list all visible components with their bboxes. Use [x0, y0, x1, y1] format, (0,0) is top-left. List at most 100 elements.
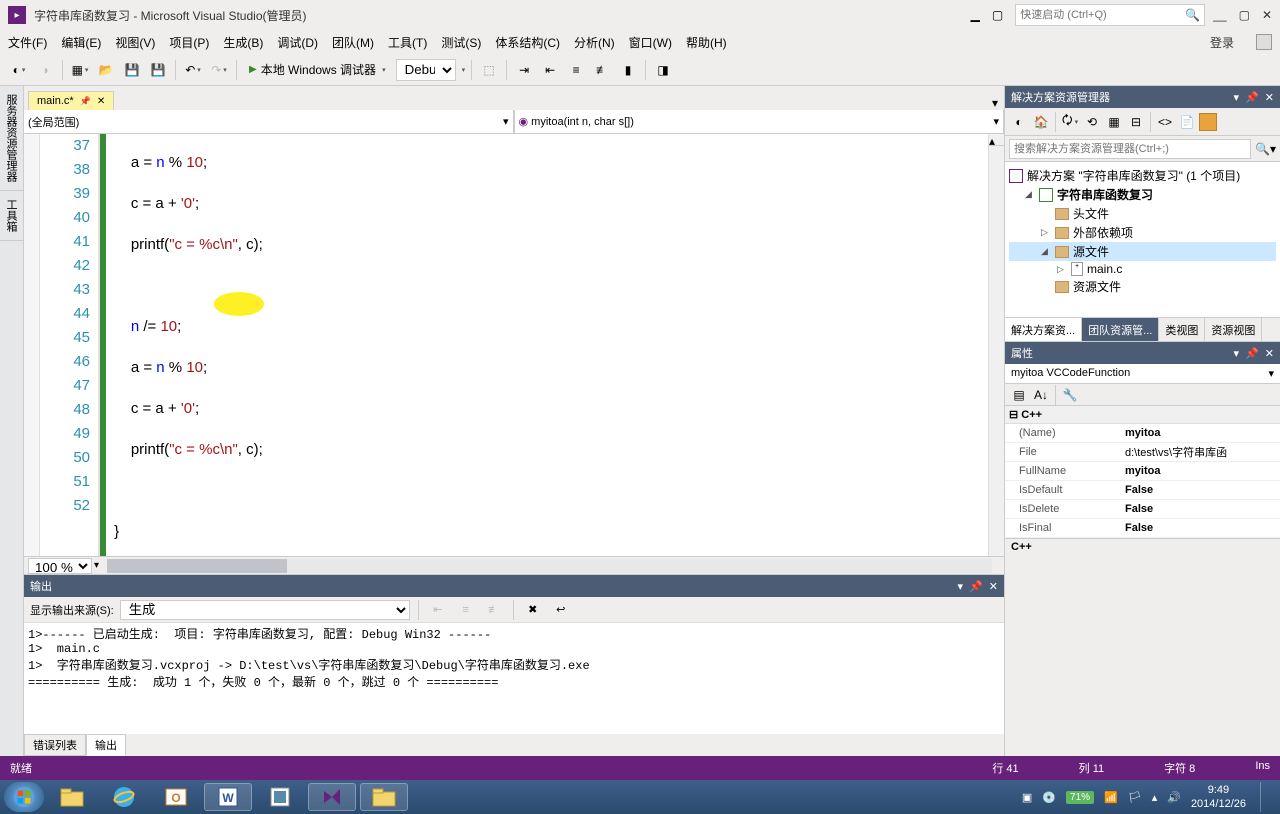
- panel-menu-icon[interactable]: ▾: [1234, 91, 1240, 104]
- code-editor[interactable]: 37383940 41424344 45464748 49505152 a = …: [24, 134, 1004, 556]
- tree-sources[interactable]: ◢源文件: [1009, 242, 1276, 261]
- solution-search-input[interactable]: [1009, 139, 1251, 159]
- tree-solution[interactable]: 解决方案 "字符串库函数复习" (1 个项目): [1009, 166, 1276, 185]
- search-icon[interactable]: 🔍: [1185, 8, 1200, 22]
- menu-test[interactable]: 测试(S): [441, 34, 481, 51]
- out-menu-icon[interactable]: ▾: [958, 580, 964, 593]
- menu-edit[interactable]: 编辑(E): [61, 34, 101, 51]
- tree-headers[interactable]: 头文件: [1009, 204, 1276, 223]
- menu-tools[interactable]: 工具(T): [388, 34, 427, 51]
- toolbar-btn-b[interactable]: ⇥: [513, 59, 535, 81]
- file-tab-main[interactable]: main.c* 📌 ✕: [28, 91, 114, 110]
- prop-category[interactable]: ⊟ C++: [1005, 406, 1280, 424]
- search-icon[interactable]: 🔍▾: [1255, 142, 1276, 156]
- save-all-button[interactable]: 💾: [147, 59, 169, 81]
- prop-pin-icon[interactable]: 📌: [1245, 347, 1259, 360]
- open-button[interactable]: 📂: [95, 59, 117, 81]
- vertical-scrollbar[interactable]: ▴: [988, 134, 1004, 556]
- title-restore-icon[interactable]: ▢: [992, 8, 1003, 22]
- out-btn-b[interactable]: ≡: [455, 599, 477, 621]
- prop-az-button[interactable]: A↓: [1031, 385, 1051, 405]
- se-wrench-button[interactable]: [1199, 113, 1217, 131]
- solution-search[interactable]: 🔍▾: [1005, 136, 1280, 162]
- zoom-select[interactable]: 100 %: [28, 558, 92, 574]
- solution-tree[interactable]: 解决方案 "字符串库函数复习" (1 个项目) ◢字符串库函数复习 头文件 ▷外…: [1005, 162, 1280, 317]
- nav-forward-button[interactable]: ◑: [34, 59, 56, 81]
- config-select[interactable]: Debug: [396, 59, 456, 81]
- tray-icon-flag[interactable]: 🏳: [1128, 791, 1142, 804]
- tray-icon-c[interactable]: 📶: [1104, 791, 1118, 804]
- scope-select-left[interactable]: (全局范围)▾: [24, 110, 514, 133]
- undo-button[interactable]: ↶▾: [182, 59, 204, 81]
- login-link[interactable]: 登录: [1210, 34, 1234, 51]
- close-tab-icon[interactable]: ✕: [97, 96, 105, 107]
- prop-wrench-button[interactable]: 🔧: [1060, 385, 1080, 405]
- menu-architecture[interactable]: 体系结构(C): [495, 34, 560, 51]
- speaker-icon[interactable]: 🔊: [1167, 791, 1181, 804]
- tab-overflow-button[interactable]: ▾: [986, 96, 1004, 110]
- show-desktop-button[interactable]: [1260, 782, 1272, 812]
- clock[interactable]: 9:49 2014/12/26: [1191, 783, 1246, 811]
- out-btn-a[interactable]: ⇤: [427, 599, 449, 621]
- panel-pin-icon[interactable]: 📌: [1245, 91, 1259, 104]
- sidebar-server-explorer[interactable]: 服务器资源管理器: [0, 86, 23, 191]
- toolbar-btn-c[interactable]: ⇤: [539, 59, 561, 81]
- out-btn-c[interactable]: ≢: [483, 599, 505, 621]
- config-dropdown[interactable]: ▾: [462, 66, 466, 74]
- nav-back-button[interactable]: ◐▾: [8, 59, 30, 81]
- menu-project[interactable]: 项目(P): [169, 34, 209, 51]
- menu-file[interactable]: 文件(F): [8, 34, 47, 51]
- quick-launch-input[interactable]: [1020, 9, 1185, 21]
- new-project-button[interactable]: ▦▾: [69, 59, 91, 81]
- pin-icon[interactable]: 📌: [80, 96, 91, 107]
- outline-bar[interactable]: [24, 134, 40, 556]
- save-button[interactable]: 💾: [121, 59, 143, 81]
- toolbar-btn-e[interactable]: ≢: [591, 59, 613, 81]
- output-text[interactable]: 1>------ 已启动生成: 项目: 字符串库函数复习, 配置: Debug …: [24, 623, 1004, 734]
- tab-classview[interactable]: 类视图: [1159, 318, 1205, 341]
- se-sync-button[interactable]: ⟲: [1082, 112, 1102, 132]
- toolbar-btn-a[interactable]: ⬚: [478, 59, 500, 81]
- avatar-icon[interactable]: [1256, 34, 1272, 50]
- tab-errorlist[interactable]: 错误列表: [24, 734, 86, 756]
- menu-help[interactable]: 帮助(H): [686, 34, 727, 51]
- zoom-arrow[interactable]: ▾: [94, 560, 99, 571]
- tree-external[interactable]: ▷外部依赖项: [1009, 223, 1276, 242]
- panel-close-icon[interactable]: ✕: [1265, 91, 1274, 104]
- se-home-button[interactable]: 🏠: [1031, 112, 1051, 132]
- menu-analyze[interactable]: 分析(N): [574, 34, 615, 51]
- battery-icon[interactable]: 71%: [1066, 791, 1094, 804]
- output-source-select[interactable]: 生成: [120, 600, 410, 620]
- se-props-button[interactable]: 📄: [1177, 112, 1197, 132]
- out-close-icon[interactable]: ✕: [989, 580, 998, 593]
- prop-menu-icon[interactable]: ▾: [1234, 347, 1240, 360]
- horizontal-scrollbar[interactable]: [107, 559, 992, 573]
- prop-close-icon[interactable]: ✕: [1265, 347, 1274, 360]
- task-libreoffice[interactable]: [256, 783, 304, 811]
- split-handle[interactable]: ▴: [989, 134, 1004, 146]
- run-button[interactable]: ▶ 本地 Windows 调试器 ▾: [243, 59, 392, 81]
- properties-grid[interactable]: ⊟ C++ (Name)myitoa Filed:\test\vs\字符串库函 …: [1005, 406, 1280, 538]
- tab-solution[interactable]: 解决方案资...: [1005, 318, 1082, 341]
- close-button[interactable]: ✕: [1262, 8, 1272, 22]
- minimize-button[interactable]: __: [1213, 8, 1226, 22]
- code-content[interactable]: a = n % 10; c = a + '0'; printf("c = %c\…: [106, 134, 988, 556]
- se-showall-button[interactable]: ▦: [1104, 112, 1124, 132]
- tab-output[interactable]: 输出: [86, 734, 126, 756]
- se-collapse-button[interactable]: ⊟: [1126, 112, 1146, 132]
- title-min-icon[interactable]: ▁: [971, 8, 980, 22]
- sidebar-toolbox[interactable]: 工具箱: [0, 191, 23, 241]
- maximize-button[interactable]: ▢: [1239, 8, 1250, 22]
- se-refresh-button[interactable]: 🗘▾: [1060, 112, 1080, 132]
- tray-icon-a[interactable]: ▣: [1022, 791, 1032, 804]
- tray-icon-b[interactable]: 💿: [1042, 791, 1056, 804]
- task-explorer[interactable]: [48, 783, 96, 811]
- out-wrap-button[interactable]: ↩: [550, 599, 572, 621]
- se-code-button[interactable]: <>: [1155, 112, 1175, 132]
- toolbar-btn-f[interactable]: ▮: [617, 59, 639, 81]
- out-clear-button[interactable]: ✖: [522, 599, 544, 621]
- out-pin-icon[interactable]: 📌: [969, 580, 983, 593]
- task-folder[interactable]: [360, 783, 408, 811]
- tray-up-icon[interactable]: ▴: [1152, 791, 1158, 804]
- toolbar-btn-d[interactable]: ≡: [565, 59, 587, 81]
